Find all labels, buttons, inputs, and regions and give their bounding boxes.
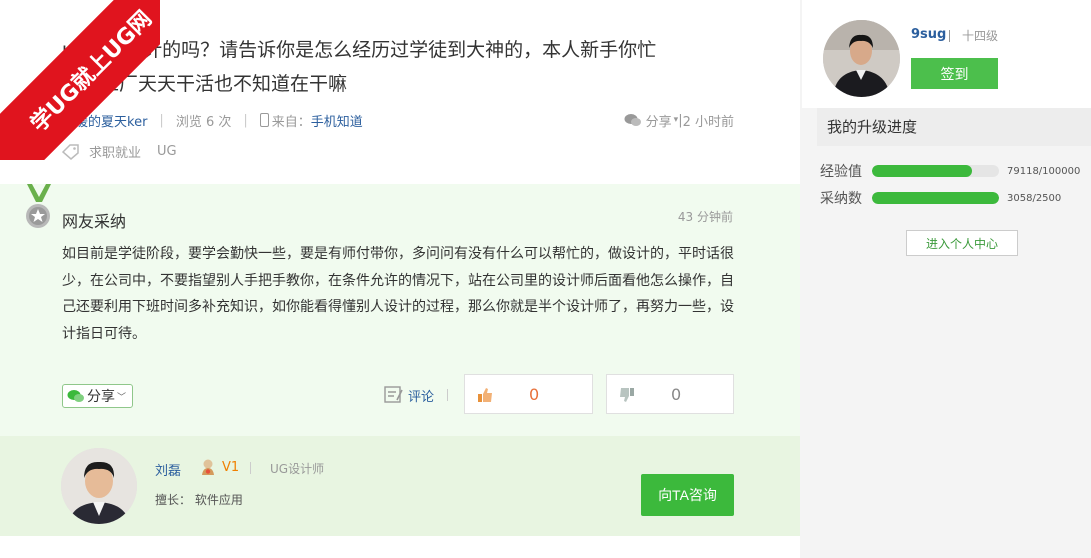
question-title: ug模具设计的吗？请告诉你是怎么经历过学徒到大神的，本人新手你忙 来了工厂天天干… [62,33,742,101]
downvote-count: 0 [671,385,682,404]
adoption-label: 采纳数 [820,191,862,207]
adoption-value: 3058/2500 [1007,192,1062,204]
personal-center-button[interactable]: 进入个人中心 [906,230,1018,256]
share-label: 分享 [87,389,115,405]
user-card: 9sug 十四级 签到 [802,0,1091,108]
tag-ug[interactable]: UG [157,144,177,159]
chevron-down-icon: ﹀ [117,392,127,403]
user-avatar[interactable] [823,20,900,97]
user-level: 十四级 [962,29,999,43]
question-title-line1: ug模具设计的吗？请告诉你是怎么经历过学徒到大神的，本人新手你忙 [62,39,657,61]
question-meta: 温暖的夏天ker | 浏览 6 次 | 来自： 手机知道 [62,110,363,130]
upvote-count: 0 [529,385,540,404]
adoption-bar [872,192,999,204]
medal-icon [26,184,51,228]
divider: | [159,112,164,128]
comment-label: 评论 [408,389,435,405]
expert-level: V1 [200,458,239,476]
expert-avatar[interactable] [61,448,137,524]
experience-label: 经验值 [820,164,862,180]
adoption-bar-fill [872,192,999,204]
question-tags: 求职就业 UG [62,142,193,161]
source-link[interactable]: 手机知道 [311,111,363,130]
divider [949,30,950,42]
wechat-icon [67,390,84,402]
expert-card: 刘磊 V1 UG设计师 擅长： 软件应用 向TA咨询 [0,436,800,536]
badge-icon [202,459,214,475]
comment-button[interactable]: 评论 [384,384,434,406]
author-link[interactable]: 温暖的夏天ker [62,111,147,130]
adoption-row: 采纳数 3058/2500 [820,188,1061,208]
question-section: ug模具设计的吗？请告诉你是怎么经历过学徒到大神的，本人新手你忙 来了工厂天天干… [0,0,800,184]
upvote-button[interactable]: 0 [464,374,593,414]
expert-name[interactable]: 刘磊 [155,460,181,479]
view-count: 浏览 6 次 [175,114,232,130]
share-link[interactable]: 分享 [646,111,672,130]
answer-share-button[interactable]: 分享 ﹀ [62,384,133,408]
wechat-icon[interactable] [624,113,642,127]
person-icon [61,448,137,524]
divider [447,389,448,401]
question-actions: 分享 ▾ | 2 小时前 [624,110,734,130]
experience-bar [872,165,999,177]
experience-bar-fill [872,165,973,177]
thumbs-up-icon [478,388,492,402]
sidebar: 9sug 十四级 签到 我的升级进度 经验值 79118/100000 采纳数 … [802,0,1091,558]
source-label: 来自： [271,114,311,130]
answer-heading: 网友采纳 [62,212,127,231]
adopted-answer: 网友采纳 43 分钟前 如目前是学徒阶段，要学会勤快一些，要是有师付带你，多问问… [0,184,800,436]
main-content: ug模具设计的吗？请告诉你是怎么经历过学徒到大神的，本人新手你忙 来了工厂天天干… [0,0,800,558]
signin-button[interactable]: 签到 [911,58,998,89]
divider [250,462,251,474]
consult-button[interactable]: 向TA咨询 [641,474,734,516]
expert-skill: 擅长： 软件应用 [155,493,243,507]
downvote-button[interactable]: 0 [606,374,734,414]
person-icon [823,20,900,97]
thumbs-down-icon [620,388,634,402]
answer-time: 43 分钟前 [677,210,733,224]
expert-level-label: V1 [222,459,240,475]
answer-body: 如目前是学徒阶段，要学会勤快一些，要是有师付带你，多问问有没有什么可以帮忙的，做… [62,246,734,342]
tag-job[interactable]: 求职就业 [89,142,141,161]
expert-role: UG设计师 [270,462,325,476]
comment-icon [384,386,403,403]
phone-icon [259,113,269,127]
divider: | [243,112,248,128]
tag-icon [62,143,79,160]
question-time: 2 小时前 [682,114,734,130]
experience-row: 经验值 79118/100000 [820,161,1080,181]
question-title-line2: 来了工厂天天干活也不知道在干嘛 [62,73,348,95]
username[interactable]: 9sug [911,27,946,42]
experience-value: 79118/100000 [1007,165,1081,177]
upgrade-progress-title: 我的升级进度 [817,108,1091,146]
